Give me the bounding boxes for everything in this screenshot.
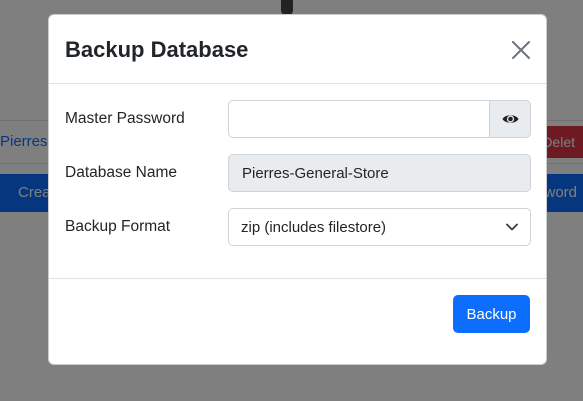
- database-name-input[interactable]: [228, 154, 531, 192]
- backup-format-value: zip (includes filestore): [241, 218, 387, 236]
- eye-icon: [502, 115, 518, 123]
- backup-button[interactable]: Backup: [453, 295, 530, 333]
- modal-title: Backup Database: [65, 37, 249, 62]
- close-button[interactable]: [510, 39, 532, 61]
- backup-format-select[interactable]: zip (includes filestore): [228, 208, 531, 246]
- modal-header: Backup Database: [49, 15, 546, 84]
- close-icon: [512, 41, 530, 59]
- modal-footer: Backup: [49, 278, 546, 364]
- master-password-group: [228, 100, 531, 138]
- database-name-label: Database Name: [65, 164, 178, 181]
- modal-body: Master Password Database Name Backup For…: [49, 84, 546, 278]
- master-password-label: Master Password: [65, 110, 185, 127]
- toggle-password-visibility-button[interactable]: [489, 100, 531, 138]
- chevron-down-icon: [506, 223, 518, 231]
- backup-database-modal: Backup Database Master Password Database…: [48, 14, 547, 365]
- backup-format-label: Backup Format: [65, 218, 171, 235]
- master-password-input[interactable]: [228, 100, 489, 138]
